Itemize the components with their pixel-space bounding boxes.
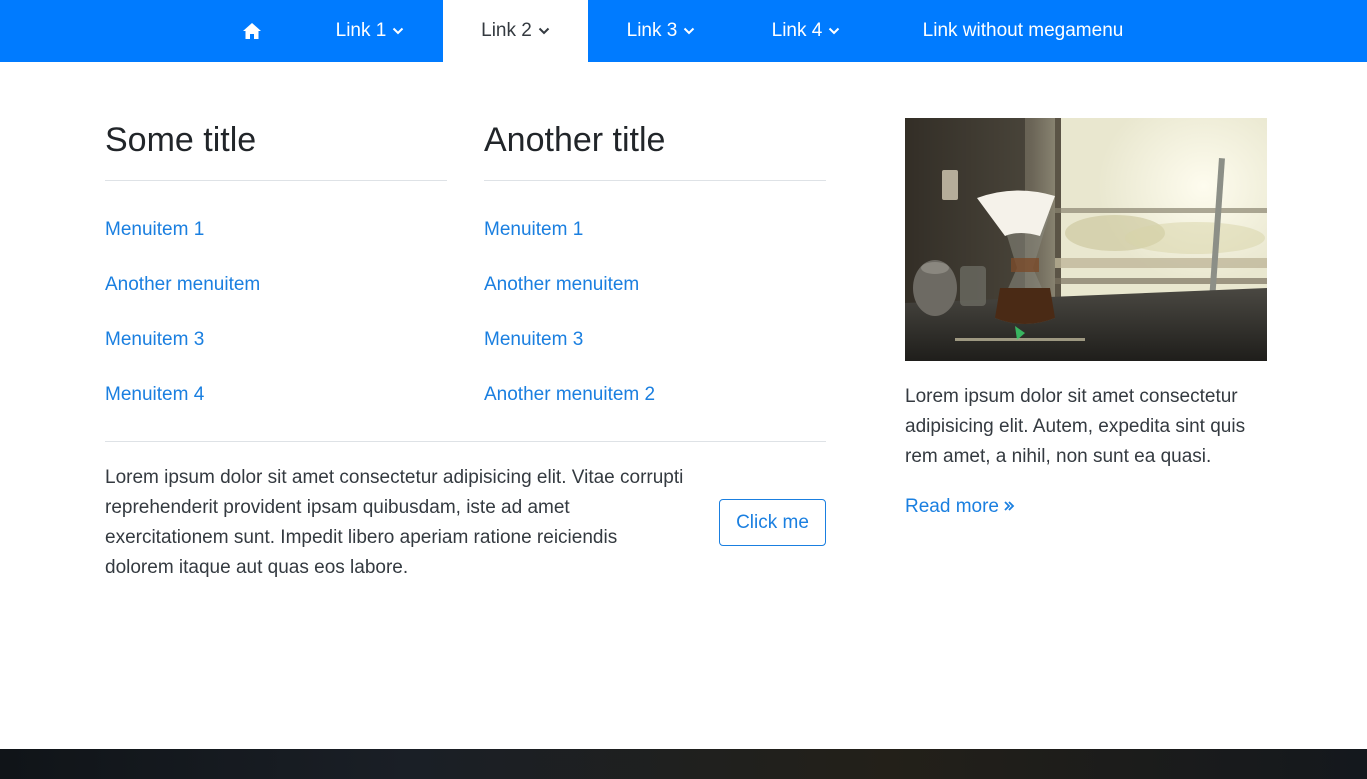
nav-link-label: Link without megamenu (922, 20, 1124, 41)
nav-link-label: Link 2 (481, 20, 532, 41)
top-navbar: Link 1 Link 2 Link 3 Link 4 Link without… (0, 0, 1367, 62)
nav-home[interactable] (222, 0, 282, 62)
menu-item[interactable]: Menuitem 3 (105, 328, 204, 352)
menu-item[interactable]: Another menuitem (484, 273, 639, 297)
double-chevron-right-icon (1003, 494, 1015, 520)
column-title: Another title (484, 121, 666, 159)
nav-link-no-megamenu[interactable]: Link without megamenu (895, 0, 1151, 62)
page-hero-background (0, 749, 1367, 779)
menu-item[interactable]: Another menuitem (105, 273, 260, 297)
menu-item[interactable]: Another menuitem 2 (484, 383, 655, 407)
nav-link-4[interactable]: Link 4 (750, 0, 862, 62)
nav-link-label: Link 3 (626, 20, 678, 41)
chevron-down-icon (828, 27, 840, 35)
menu-item[interactable]: Menuitem 3 (484, 328, 583, 352)
menu-item[interactable]: Menuitem 4 (105, 383, 204, 407)
home-icon (242, 22, 262, 40)
nav-link-label: Link 4 (771, 20, 823, 41)
divider (105, 180, 447, 181)
read-more-link[interactable]: Read more (905, 494, 1015, 520)
chevron-down-icon (392, 27, 404, 35)
megamenu-description: Lorem ipsum dolor sit amet consectetur a… (105, 467, 684, 578)
read-more-label: Read more (905, 496, 999, 517)
divider (105, 441, 826, 442)
menu-item[interactable]: Menuitem 1 (105, 218, 204, 242)
menu-item[interactable]: Menuitem 1 (484, 218, 583, 242)
divider (484, 180, 826, 181)
click-me-button[interactable]: Click me (719, 499, 826, 546)
sidebar-description: Lorem ipsum dolor sit amet consectetur a… (905, 386, 1246, 467)
nav-link-3[interactable]: Link 3 (605, 0, 717, 62)
chevron-down-icon (683, 27, 695, 35)
column-title: Some title (105, 121, 257, 159)
nav-link-1[interactable]: Link 1 (314, 0, 426, 62)
chevron-down-icon (538, 27, 550, 35)
nav-link-label: Link 1 (335, 20, 387, 41)
nav-link-2[interactable]: Link 2 (443, 0, 588, 62)
coffee-pour-over-photo (905, 118, 1267, 361)
